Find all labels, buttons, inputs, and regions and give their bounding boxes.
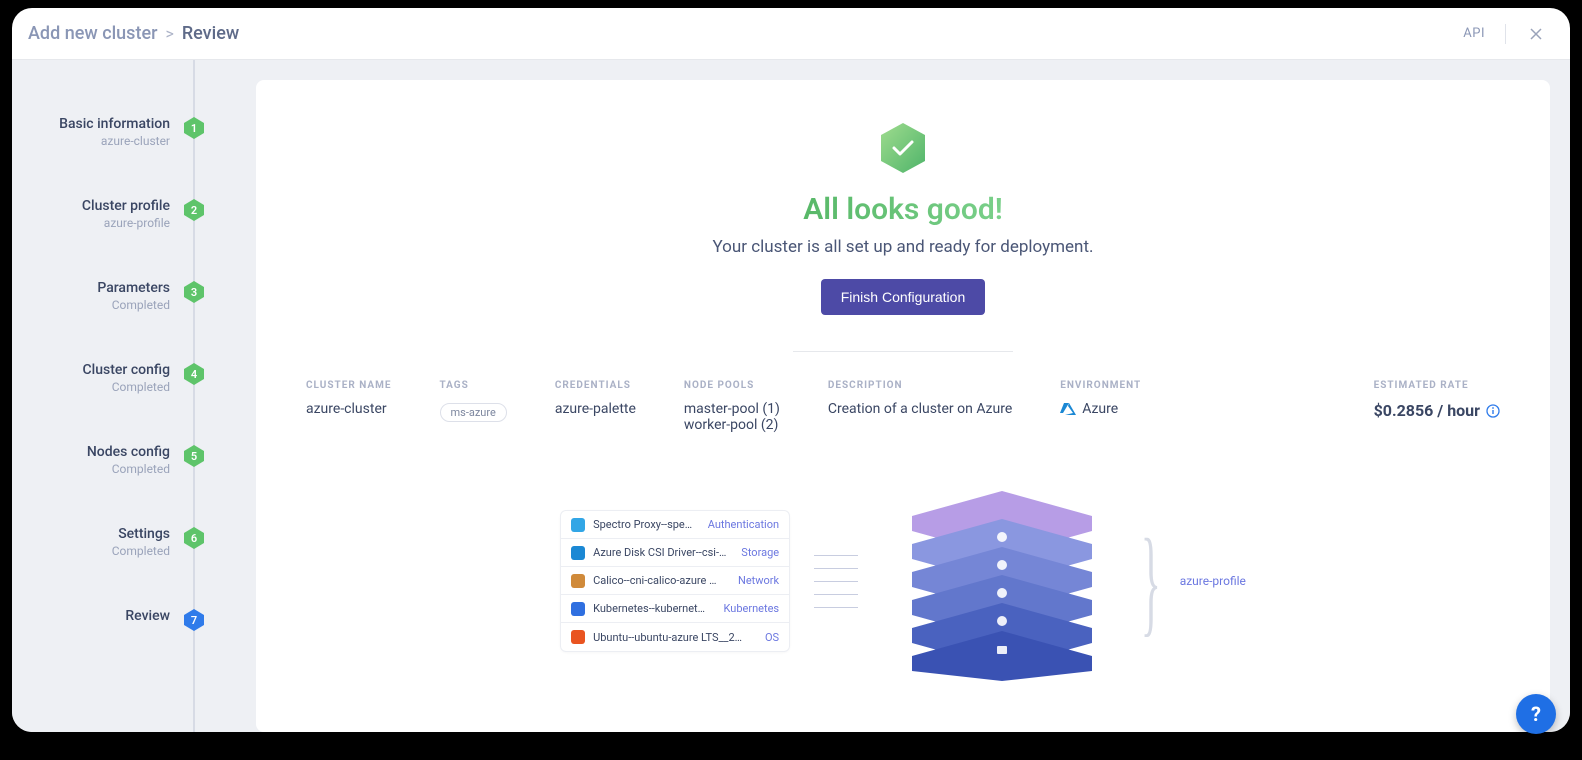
step-title: Settings xyxy=(112,526,170,542)
breadcrumb-current: Review xyxy=(182,23,239,44)
step-badge-icon: 5 xyxy=(182,444,206,468)
layer-row[interactable]: Calico--cni-calico-azure … Network xyxy=(561,567,789,595)
step-sub: Completed xyxy=(87,462,170,476)
step-parameters[interactable]: Parameters Completed 3 xyxy=(12,280,212,312)
step-sub: azure-cluster xyxy=(59,134,170,148)
layer-row[interactable]: Kubernetes--kubernet… Kubernetes xyxy=(561,595,789,623)
summary-node-pools: NODE POOLS master-pool (1) worker-pool (… xyxy=(684,380,780,433)
step-basic-info[interactable]: Basic information azure-cluster 1 xyxy=(12,116,212,148)
step-sub: Completed xyxy=(83,380,170,394)
layer-icon xyxy=(571,518,585,532)
brace-icon: } xyxy=(1141,512,1161,650)
step-badge-icon: 6 xyxy=(182,526,206,550)
profile-visualization: Spectro Proxy--spe… Authentication Azure… xyxy=(306,481,1500,681)
help-button[interactable]: ? xyxy=(1516,694,1556,734)
layer-icon xyxy=(571,602,585,616)
layer-icon xyxy=(571,574,585,588)
step-title: Cluster profile xyxy=(82,198,170,214)
layer-row[interactable]: Ubuntu--ubuntu-azure LTS__2… OS xyxy=(561,623,789,651)
summary-tags: TAGS ms-azure xyxy=(440,380,507,433)
breadcrumb-root[interactable]: Add new cluster xyxy=(28,23,157,44)
summary-estimated-rate: ESTIMATED RATE $0.2856 / hour xyxy=(1374,380,1500,433)
summary-cluster-name: CLUSTER NAME azure-cluster xyxy=(306,380,392,433)
step-badge-icon: 7 xyxy=(182,608,206,632)
layer-list: Spectro Proxy--spe… Authentication Azure… xyxy=(560,510,790,652)
header-divider xyxy=(1505,24,1506,44)
step-settings[interactable]: Settings Completed 6 xyxy=(12,526,212,558)
success-check-icon xyxy=(875,120,931,176)
header: Add new cluster > Review API xyxy=(12,8,1570,60)
layer-connectors xyxy=(814,555,858,608)
wizard-stepper: Basic information azure-cluster 1 Cluste… xyxy=(12,60,212,732)
layer-stack-icon xyxy=(882,481,1122,681)
summary-description: DESCRIPTION Creation of a cluster on Azu… xyxy=(828,380,1012,433)
layer-icon xyxy=(571,546,585,560)
breadcrumb-sep: > xyxy=(165,24,173,43)
tag-chip: ms-azure xyxy=(440,403,507,422)
step-cluster-config[interactable]: Cluster config Completed 4 xyxy=(12,362,212,394)
step-sub: azure-profile xyxy=(82,216,170,230)
layer-row[interactable]: Azure Disk CSI Driver--csi-… Storage xyxy=(561,539,789,567)
step-cluster-profile[interactable]: Cluster profile azure-profile 2 xyxy=(12,198,212,230)
api-link[interactable]: API xyxy=(1463,26,1485,41)
profile-name[interactable]: azure-profile xyxy=(1180,574,1246,588)
step-badge-icon: 4 xyxy=(182,362,206,386)
step-review[interactable]: Review 7 xyxy=(12,608,212,632)
finish-configuration-button[interactable]: Finish Configuration xyxy=(821,279,986,315)
summary-environment: ENVIRONMENT Azure xyxy=(1060,380,1141,433)
step-sub: Completed xyxy=(97,298,170,312)
summary-credentials: CREDENTIALS azure-palette xyxy=(555,380,636,433)
close-icon xyxy=(1528,26,1544,42)
step-badge-icon: 3 xyxy=(182,280,206,304)
step-title: Parameters xyxy=(97,280,170,296)
step-title: Review xyxy=(125,608,170,624)
hero-title: All looks good! xyxy=(803,192,1002,227)
step-title: Nodes config xyxy=(87,444,170,460)
step-badge-icon: 1 xyxy=(182,116,206,140)
azure-icon xyxy=(1060,401,1076,417)
step-title: Basic information xyxy=(59,116,170,132)
step-sub: Completed xyxy=(112,544,170,558)
step-title: Cluster config xyxy=(83,362,170,378)
step-nodes-config[interactable]: Nodes config Completed 5 xyxy=(12,444,212,476)
layer-icon xyxy=(571,630,585,644)
layer-row[interactable]: Spectro Proxy--spe… Authentication xyxy=(561,511,789,539)
step-badge-icon: 2 xyxy=(182,198,206,222)
review-card: All looks good! Your cluster is all set … xyxy=(256,80,1550,732)
info-icon[interactable] xyxy=(1486,404,1500,418)
summary-row: CLUSTER NAME azure-cluster TAGS ms-azure… xyxy=(306,380,1500,433)
hero-subtitle: Your cluster is all set up and ready for… xyxy=(713,237,1094,257)
close-button[interactable] xyxy=(1526,24,1546,44)
section-divider xyxy=(793,351,1013,352)
